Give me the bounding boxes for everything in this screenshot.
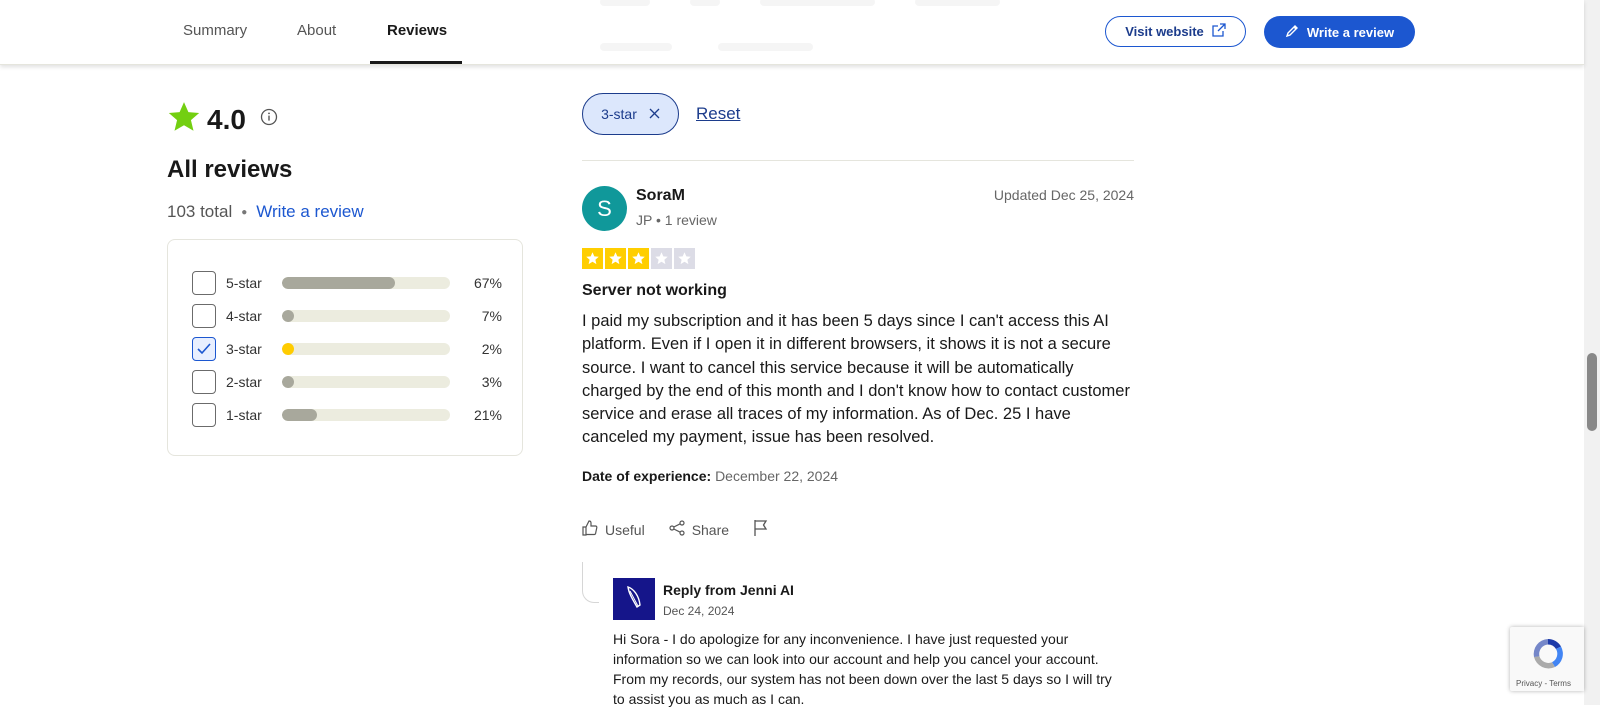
company-logo <box>613 578 655 620</box>
total-count: 103 total <box>167 202 233 221</box>
recaptcha-badge[interactable]: Privacy - Terms <box>1510 627 1584 691</box>
distribution-percent: 21% <box>473 407 502 423</box>
page-title: All reviews <box>167 156 293 183</box>
active-filter-chip[interactable]: 3-star <box>582 93 679 135</box>
date-of-experience: Date of experience: December 22, 2024 <box>582 468 838 484</box>
scrollbar-thumb[interactable] <box>1587 353 1597 431</box>
distribution-percent: 3% <box>481 374 502 390</box>
distribution-row-3-star[interactable]: 3-star 2% <box>192 337 502 361</box>
checkbox-2-star[interactable] <box>192 370 216 394</box>
review-star-rating <box>582 248 695 269</box>
distribution-row-5-star[interactable]: 5-star 67% <box>192 271 502 295</box>
rating-star-icon <box>582 248 603 269</box>
thumbs-up-icon <box>582 520 598 539</box>
reply-date: Dec 24, 2024 <box>663 604 735 618</box>
distribution-row-1-star[interactable]: 1-star 21% <box>192 403 502 427</box>
share-icon <box>669 520 685 539</box>
visit-website-button[interactable]: Visit website <box>1105 16 1246 47</box>
checkbox-1-star[interactable] <box>192 403 216 427</box>
hidden-filter-chip <box>915 0 1000 6</box>
review-title: Server not working <box>582 282 727 299</box>
distribution-bar-fill <box>282 409 318 421</box>
hidden-filter-chip <box>718 43 813 51</box>
filter-chip-label: 3-star <box>601 106 637 122</box>
distribution-row-4-star[interactable]: 4-star 7% <box>192 304 502 328</box>
rating-star-icon <box>628 248 649 269</box>
share-button[interactable]: Share <box>669 520 729 539</box>
write-review-label: Write a review <box>1306 24 1395 40</box>
rating-star-icon <box>605 248 626 269</box>
write-review-button[interactable]: Write a review <box>1264 16 1415 48</box>
separator-dot: ● <box>241 206 248 218</box>
active-tab-indicator <box>370 61 462 64</box>
pencil-icon <box>1285 24 1299 41</box>
distribution-bar <box>282 277 450 289</box>
close-icon[interactable] <box>649 106 660 122</box>
external-link-icon <box>1212 23 1226 40</box>
useful-label: Useful <box>605 521 645 538</box>
review-actions: Useful Share <box>582 519 793 540</box>
distribution-bar-fill <box>282 310 294 322</box>
report-flag-button[interactable] <box>753 519 769 540</box>
distribution-row-2-star[interactable]: 2-star 3% <box>192 370 502 394</box>
rating-star-icon <box>674 248 695 269</box>
divider <box>582 160 1134 161</box>
rating-summary: 4.0 <box>167 100 278 139</box>
recaptcha-logo-icon <box>1529 635 1567 678</box>
distribution-bar-fill <box>282 277 395 289</box>
recaptcha-links[interactable]: Privacy - Terms <box>1516 679 1571 688</box>
distribution-percent: 7% <box>481 308 502 324</box>
tab-summary[interactable]: Summary <box>183 22 247 39</box>
rating-star-icon <box>651 248 672 269</box>
distribution-bar <box>282 310 450 322</box>
checkbox-3-star[interactable] <box>192 337 216 361</box>
distribution-label: 3-star <box>226 341 262 357</box>
feather-pen-icon <box>622 583 646 616</box>
reply-author: Reply from Jenni AI <box>663 582 794 598</box>
reply-body: Hi Sora - I do apologize for any inconve… <box>613 631 1112 707</box>
hidden-filter-chip <box>600 43 672 51</box>
review-totals: 103 total ● Write a review <box>167 202 364 222</box>
reviewer-name[interactable]: SoraM <box>636 187 685 205</box>
date-of-experience-value: December 22, 2024 <box>715 468 839 484</box>
distribution-label: 5-star <box>226 275 262 291</box>
visit-website-label: Visit website <box>1125 24 1204 39</box>
rating-value: 4.0 <box>207 103 246 135</box>
distribution-bar <box>282 343 450 355</box>
distribution-percent: 67% <box>473 275 502 291</box>
review-body: I paid my subscription and it has been 5… <box>582 312 1130 447</box>
date-of-experience-label: Date of experience: <box>582 468 712 484</box>
checkmark-icon <box>197 343 211 355</box>
review-date: Updated Dec 25, 2024 <box>993 187 1134 203</box>
hidden-filter-chip <box>690 0 720 6</box>
distribution-bar <box>282 376 450 388</box>
tab-about[interactable]: About <box>297 22 336 39</box>
star-distribution-filter: 5-star 67% 4-star 7% 3-star 2% 2-star 3%… <box>167 239 523 456</box>
distribution-label: 1-star <box>226 407 262 423</box>
top-navigation-bar: Summary About Reviews Visit website Writ… <box>0 0 1584 65</box>
hidden-filter-chip <box>760 0 875 6</box>
avatar[interactable]: S <box>582 186 627 231</box>
reviewer-meta: JP • 1 review <box>636 212 717 228</box>
distribution-percent: 2% <box>481 341 502 357</box>
useful-button[interactable]: Useful <box>582 520 645 539</box>
write-review-link[interactable]: Write a review <box>256 202 363 222</box>
distribution-label: 2-star <box>226 374 262 390</box>
checkbox-4-star[interactable] <box>192 304 216 328</box>
flag-icon <box>753 519 769 540</box>
distribution-label: 4-star <box>226 308 262 324</box>
distribution-bar-fill <box>282 376 294 388</box>
avatar-initial: S <box>597 195 612 221</box>
star-icon <box>167 100 201 139</box>
reset-filters-link[interactable]: Reset <box>696 104 740 124</box>
info-icon[interactable] <box>260 108 278 131</box>
share-label: Share <box>691 521 730 538</box>
hidden-filter-chip <box>600 0 650 6</box>
checkbox-5-star[interactable] <box>192 271 216 295</box>
reply-connector <box>582 562 599 603</box>
distribution-bar-fill <box>282 343 294 355</box>
tab-reviews[interactable]: Reviews <box>387 22 447 39</box>
distribution-bar <box>282 409 450 421</box>
